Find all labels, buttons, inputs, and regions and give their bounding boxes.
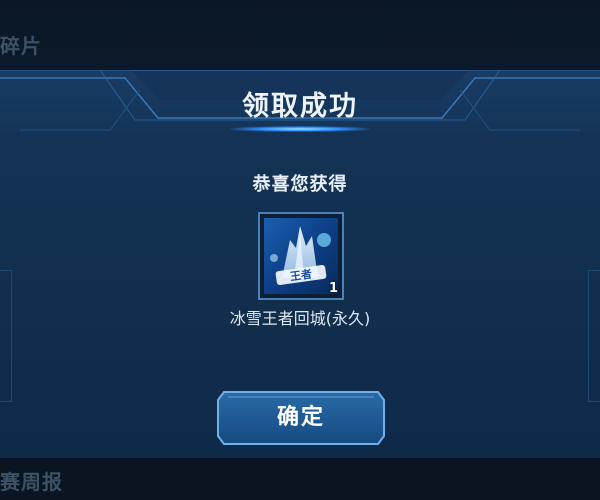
item-count: 1	[328, 281, 338, 296]
left-frame-decoration	[0, 270, 12, 402]
bottom-bar	[0, 458, 600, 500]
confirm-button-label: 确定	[276, 405, 325, 430]
background-bottom-label: 赛周报	[0, 470, 63, 494]
dialog-subtitle: 恭喜您获得	[252, 174, 348, 195]
reward-item-card[interactable]: 王者 1	[258, 212, 344, 300]
right-frame-decoration	[588, 270, 600, 402]
item-name: 冰雪王者回城(永久)	[229, 309, 371, 328]
background-top-label: 碎片	[0, 34, 42, 58]
snow-king-recall-icon: 王者	[264, 218, 338, 294]
title-glow	[230, 126, 370, 132]
dialog-title: 领取成功	[242, 91, 358, 122]
screen: 碎片 领取成功 恭喜您获得 王者 1 冰雪王者回城(永久) 确定 赛周报	[0, 0, 600, 500]
confirm-button[interactable]: 确定	[216, 390, 386, 446]
